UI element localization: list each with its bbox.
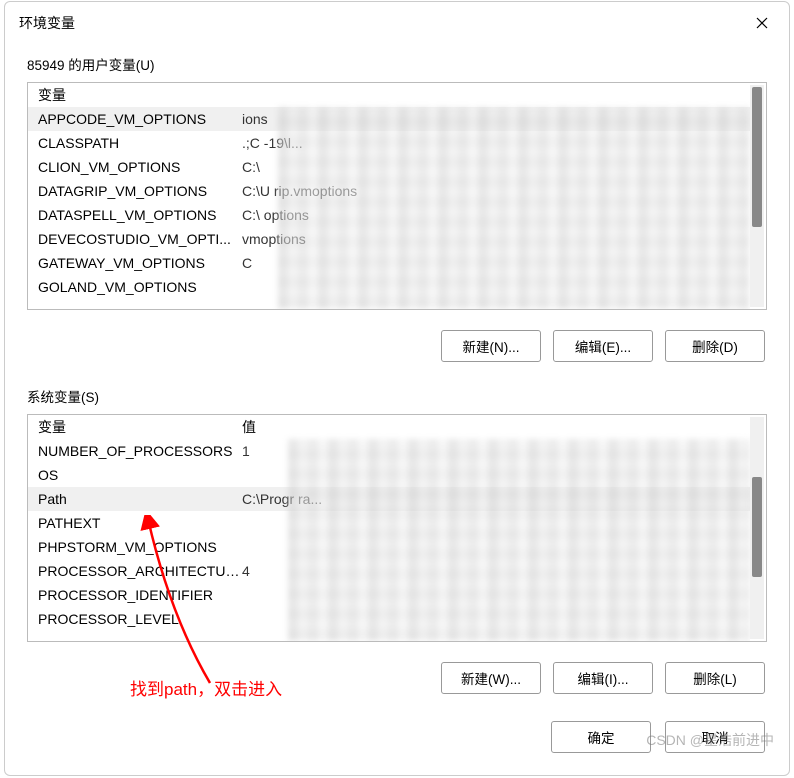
system-edit-button[interactable]: 编辑(I)...	[553, 662, 653, 694]
var-name: PROCESSOR_IDENTIFIER	[28, 583, 240, 607]
dialog-buttons: 确定 取消	[551, 721, 765, 753]
scrollbar-thumb[interactable]	[752, 87, 762, 227]
close-button[interactable]	[747, 8, 777, 38]
col-header-value: 值	[240, 415, 750, 439]
col-header-variable: 变量	[28, 83, 240, 107]
scrollbar[interactable]	[750, 417, 764, 639]
system-delete-button[interactable]: 删除(L)	[665, 662, 765, 694]
var-name: DATASPELL_VM_OPTIONS	[28, 203, 240, 227]
system-new-button[interactable]: 新建(W)...	[441, 662, 541, 694]
user-new-button[interactable]: 新建(N)...	[441, 330, 541, 362]
var-name: PROCESSOR_ARCHITECTURE	[28, 559, 240, 583]
user-edit-button[interactable]: 编辑(E)...	[553, 330, 653, 362]
titlebar: 环境变量	[5, 2, 789, 40]
user-vars-listbox[interactable]: 变量 APPCODE_VM_OPTIONS ionsCLASSPATH.;C -…	[27, 82, 767, 310]
col-header-variable: 变量	[28, 415, 240, 439]
var-name: GATEWAY_VM_OPTIONS	[28, 251, 240, 275]
close-icon	[756, 17, 768, 29]
col-header-value	[240, 83, 750, 107]
list-header: 变量	[28, 83, 750, 107]
system-vars-label: 系统变量(S)	[27, 386, 767, 406]
cancel-button[interactable]: 取消	[665, 721, 765, 753]
window-title: 环境变量	[19, 13, 75, 33]
var-name: PATHEXT	[28, 511, 240, 535]
scrollbar[interactable]	[750, 85, 764, 307]
environment-variables-dialog: 环境变量 85949 的用户变量(U) 变量 APPCODE_VM_OPTION…	[4, 1, 790, 776]
var-name: Path	[28, 487, 240, 511]
var-name: APPCODE_VM_OPTIONS	[28, 107, 240, 131]
var-name: OS	[28, 463, 240, 487]
var-name: CLASSPATH	[28, 131, 240, 155]
var-name: DATAGRIP_VM_OPTIONS	[28, 179, 240, 203]
user-vars-buttons: 新建(N)... 编辑(E)... 删除(D)	[5, 330, 765, 362]
ok-button[interactable]: 确定	[551, 721, 651, 753]
list-header: 变量 值	[28, 415, 750, 439]
scrollbar-thumb[interactable]	[752, 477, 762, 577]
system-vars-listbox[interactable]: 变量 值 NUMBER_OF_PROCESSORS1OSPathC:\Progr…	[27, 414, 767, 642]
var-name: CLION_VM_OPTIONS	[28, 155, 240, 179]
user-delete-button[interactable]: 删除(D)	[665, 330, 765, 362]
system-vars-section: 系统变量(S) 变量 值 NUMBER_OF_PROCESSORS1OSPath…	[27, 386, 767, 642]
var-name: PROCESSOR_LEVEL	[28, 607, 240, 631]
var-name: DEVECOSTUDIO_VM_OPTI...	[28, 227, 240, 251]
user-vars-label: 85949 的用户变量(U)	[27, 54, 767, 74]
user-vars-section: 85949 的用户变量(U) 变量 APPCODE_VM_OPTIONS ion…	[27, 54, 767, 310]
var-name: PHPSTORM_VM_OPTIONS	[28, 535, 240, 559]
system-vars-buttons: 新建(W)... 编辑(I)... 删除(L)	[5, 662, 765, 694]
var-name: NUMBER_OF_PROCESSORS	[28, 439, 240, 463]
var-name: GOLAND_VM_OPTIONS	[28, 275, 240, 299]
